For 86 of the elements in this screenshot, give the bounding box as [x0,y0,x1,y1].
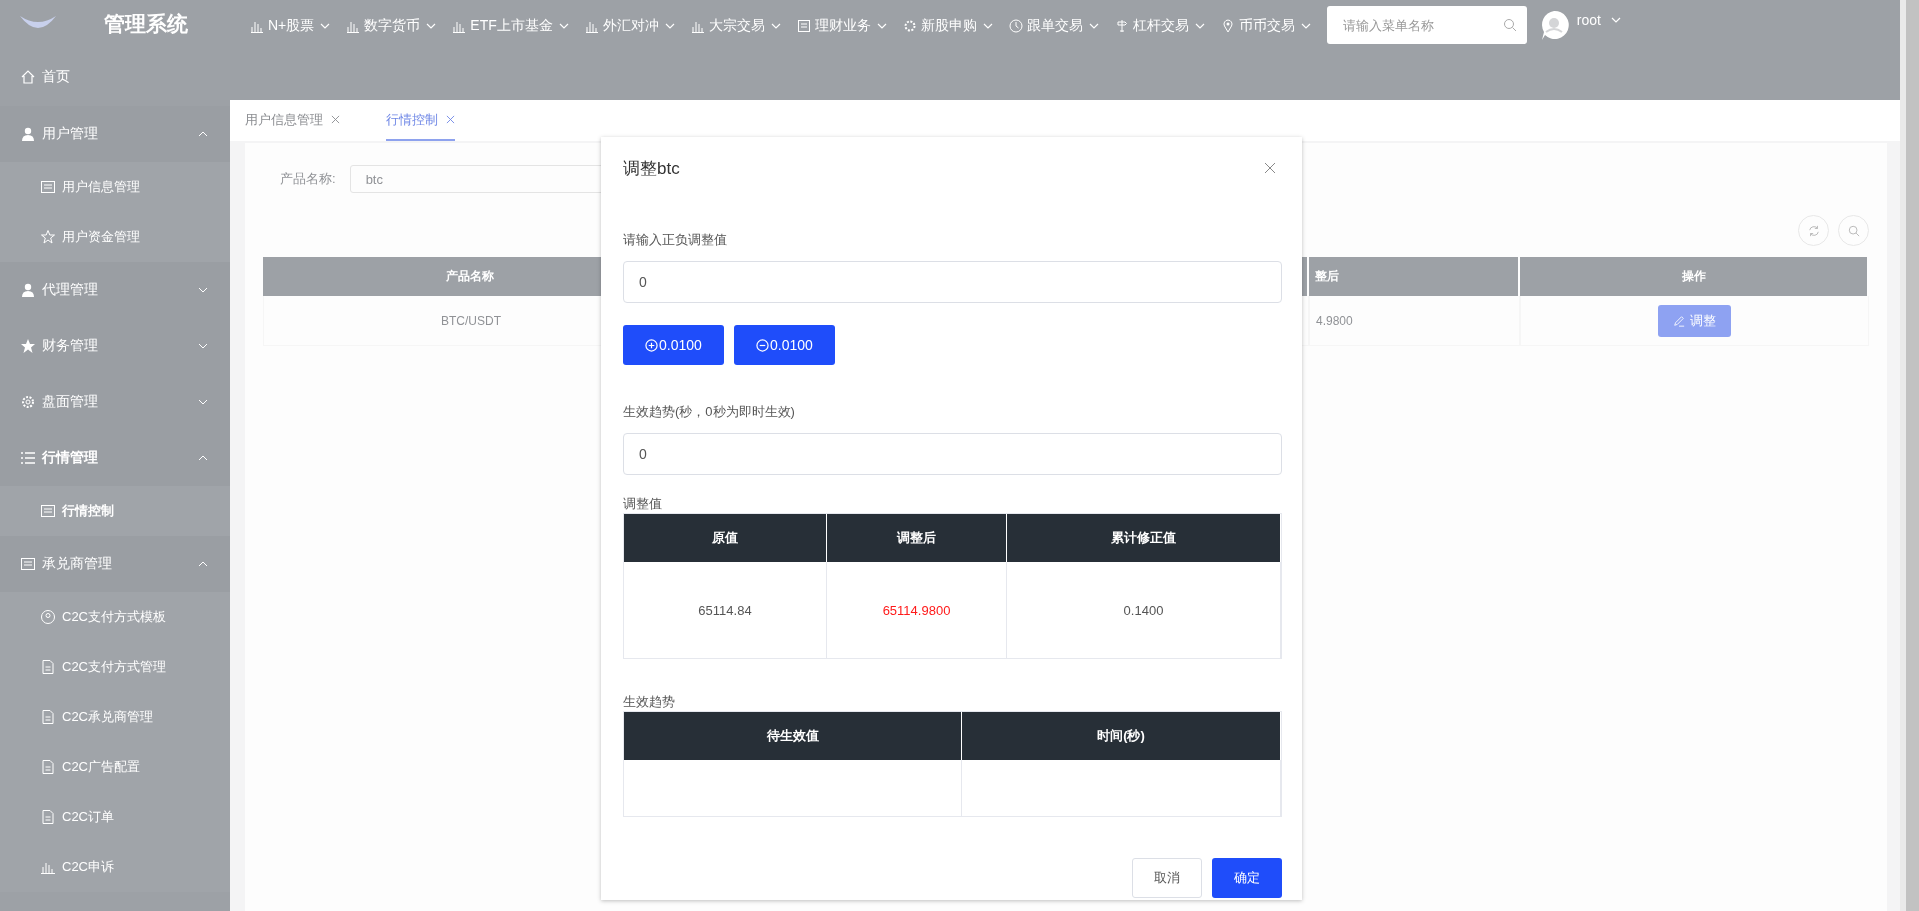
sidebar-icon [40,659,56,675]
nav-menu-item[interactable]: 杠杆交易 [1114,16,1205,36]
sidebar-icon [40,179,56,195]
column-header: 操作 [1520,257,1869,296]
caret-icon [1088,23,1099,29]
column-header: 整后 [1309,257,1520,296]
nav-icon [1008,19,1023,33]
nav-menu-item[interactable]: 币币交易 [1220,16,1311,36]
field-label: 请输入正负调整值 [623,231,728,249]
caret-icon [320,23,331,29]
nav-menu-item[interactable]: 跟单交易 [1008,16,1099,36]
confirm-button[interactable]: 确定 [1212,858,1282,898]
caret-icon [1194,23,1205,29]
section-title: 调整值 [623,495,663,513]
nav-icon [690,19,705,33]
increase-button[interactable]: 0.0100 [623,325,724,365]
sidebar-icon [20,450,36,466]
app-title: 管理系统 [104,11,188,37]
nav-menu-item[interactable]: 理财业务 [796,16,887,36]
nav-icon [452,19,467,33]
refresh-button[interactable] [1798,215,1829,246]
table-cell: 4.9800 [1309,296,1520,346]
caret-icon [1300,23,1311,29]
nav-menu-item[interactable]: 新股申购 [902,16,993,36]
delay-field[interactable]: 0 [623,433,1282,475]
search-button[interactable] [1838,215,1869,246]
menu-search-field[interactable]: 请输入菜单名称 [1326,6,1527,44]
table-cell: 65114.84 [624,562,827,658]
nav-icon [1114,19,1129,33]
nav-icon [346,19,361,33]
caret-icon [1610,17,1621,23]
section-title: 生效趋势 [623,693,676,711]
filter-label: 产品名称: [280,170,336,188]
search-icon [1847,224,1860,237]
sidebar-icon [20,126,36,142]
caret-icon [558,23,569,29]
sidebar-icon [20,338,36,354]
page-tab[interactable]: 用户信息管理 [245,100,340,141]
sidebar-icon [40,759,56,775]
caret-icon [426,23,437,29]
nav-menu-item[interactable]: N+股票 [250,16,331,36]
nav-icon [584,19,599,33]
sidebar-icon [40,809,56,825]
close-icon[interactable] [446,115,455,124]
sidebar-icon [40,609,56,625]
close-icon[interactable] [331,115,340,124]
sidebar-icon [20,282,36,298]
adjust-value-field[interactable]: 0 [623,261,1282,303]
column-header: 原值 [624,514,827,562]
cancel-button[interactable]: 取消 [1132,858,1202,898]
edit-icon [1673,314,1685,327]
sidebar-icon [20,394,36,410]
column-header: 累计修正值 [1007,514,1281,562]
column-header: 待生效值 [624,712,962,760]
user-menu[interactable]: root [1576,12,1621,28]
nav-icon [1220,19,1235,33]
nav-menu-item[interactable]: 外汇对冲 [584,16,675,36]
search-icon [1502,18,1517,32]
sidebar-icon [40,503,56,519]
caret-icon [876,23,887,29]
nav-icon [796,19,811,33]
sidebar-icon [20,69,36,85]
nav-menu-item[interactable]: 大宗交易 [690,16,781,36]
column-header: 调整后 [827,514,1007,562]
nav-icon [902,19,917,33]
plus-circle-icon [645,338,659,352]
sidebar-icon [40,709,56,725]
adjust-button[interactable]: 调整 [1658,304,1731,337]
minus-circle-icon [756,338,770,352]
sidebar-icon [40,229,56,245]
page-tab[interactable]: 行情控制 [386,100,455,141]
scrollbar[interactable] [1900,0,1919,911]
decrease-button[interactable]: 0.0100 [734,325,835,365]
nav-menu-item[interactable]: ETF上市基金 [452,16,569,36]
caret-icon [664,23,675,29]
table-cell: 0.1400 [1007,562,1281,658]
caret-icon [982,23,993,29]
close-icon[interactable] [1264,162,1276,174]
nav-menu-item[interactable]: 数字货币 [346,16,437,36]
nav-icon [250,19,264,33]
refresh-icon [1807,224,1820,237]
caret-icon [770,23,781,29]
table-cell: 65114.9800 [827,562,1007,658]
field-label: 生效趋势(秒，0秒为即时生效) [623,403,796,421]
column-header: 时间(秒) [962,712,1281,760]
sidebar-icon [20,556,36,572]
